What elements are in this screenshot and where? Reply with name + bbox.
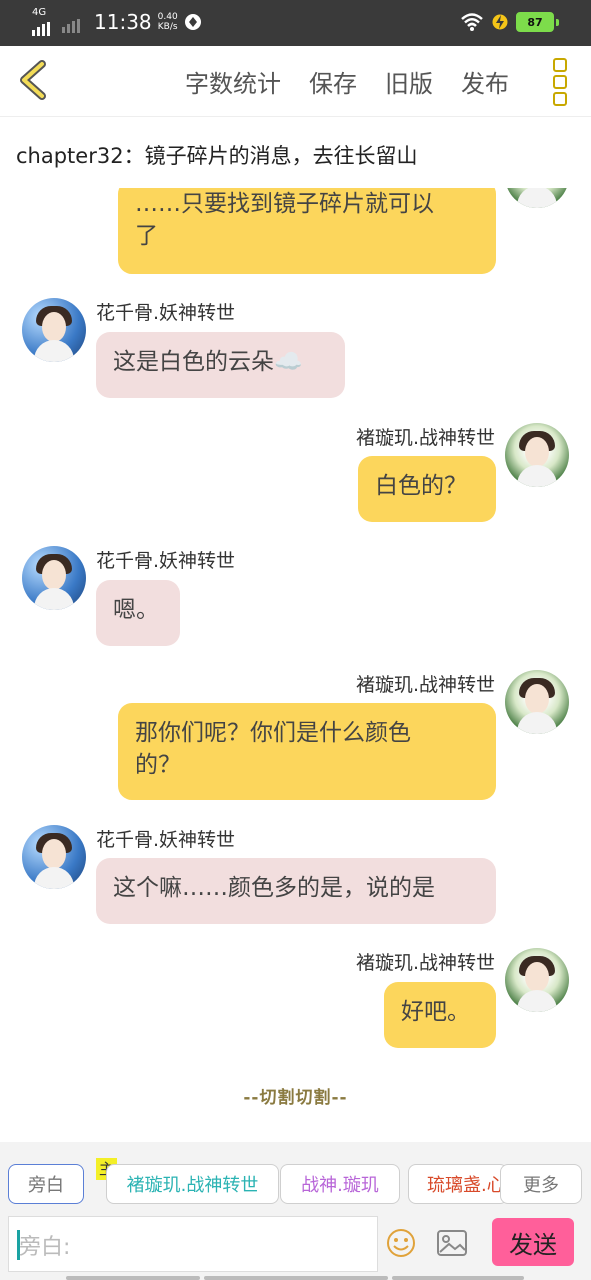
message-bubble[interactable]: 这是白色的云朵☁️ [96,332,345,398]
image-icon[interactable] [436,1228,468,1258]
scene-divider: --切割切割-- [243,1088,348,1108]
message-bubble[interactable]: ……只要找到镜子碎片就可以 了 [118,188,496,274]
publish-button[interactable]: 发布 [461,64,509,99]
sender-name: 褚璇玑.战神转世 [355,952,495,974]
chapter-header: chapter32：镜子碎片的消息，去往长留山 [0,116,591,190]
avatar[interactable] [22,298,86,362]
toolbar-actions: 字数统计 保存 旧版 发布 [185,64,509,99]
nav-indicator [392,1276,524,1280]
role-chip-liulizhan[interactable]: 琉璃盏.心 [408,1164,508,1204]
sender-name: 花千骨.妖神转世 [96,302,236,324]
avatar[interactable] [505,423,569,487]
sender-name: 褚璇玑.战神转世 [355,427,495,449]
input-placeholder: 旁白: [19,1235,71,1260]
message-bubble[interactable]: 白色的？ [358,456,496,522]
message-bubble[interactable]: 这个嘛……颜色多的是，说的是 [96,858,496,924]
message-input[interactable]: 旁白: [8,1216,378,1272]
network-type: 4G [32,7,47,18]
battery-cap [556,18,559,26]
word-count-button[interactable]: 字数统计 [185,64,281,99]
clock: 11:38 [94,10,152,34]
sender-name: 花千骨.妖神转世 [96,829,236,851]
cellular-signal-icon: 4G [32,7,56,36]
editor-toolbar: 字数统计 保存 旧版 发布 [0,46,591,116]
role-chip-xuanji[interactable]: 褚璇玑.战神转世 [106,1164,279,1204]
message-bubble[interactable]: 好吧。 [384,982,496,1048]
more-roles-button[interactable]: 更多 [500,1164,582,1204]
status-left: 4G 11:38 0.40 KB/s [32,7,202,36]
role-chip-zhanshen[interactable]: 战神.璇玑 [280,1164,400,1204]
save-button[interactable]: 保存 [309,64,357,99]
avatar[interactable] [505,188,569,208]
avatar[interactable] [22,825,86,889]
chapter-title[interactable]: chapter32：镜子碎片的消息，去往长留山 [16,140,418,170]
more-menu-icon[interactable] [550,56,570,106]
wifi-icon [461,13,483,31]
role-selector: 旁白 主 褚璇玑.战神转世 战神.璇玑 琉璃盏.心 更多 [8,1158,591,1208]
sender-name: 褚璇玑.战神转世 [355,674,495,696]
old-version-button[interactable]: 旧版 [385,64,433,99]
app-status-icon [184,14,201,30]
status-right: 87 [460,12,559,32]
network-speed: 0.40 KB/s [157,12,178,32]
role-chip-narration[interactable]: 旁白 [8,1164,84,1204]
status-bar: 4G 11:38 0.40 KB/s 87 [0,0,591,46]
back-icon[interactable] [14,58,54,102]
send-button[interactable]: 发送 [492,1218,574,1266]
emoji-icon[interactable] [386,1228,416,1258]
avatar[interactable] [22,546,86,610]
nav-indicator [66,1276,200,1280]
message-bubble[interactable]: 那你们呢？你们是什么颜色 的？ [118,703,496,800]
avatar[interactable] [505,948,569,1012]
message-bubble[interactable]: 嗯。 [96,580,180,646]
avatar[interactable] [505,670,569,734]
sender-name: 花千骨.妖神转世 [96,550,236,572]
chat-area[interactable]: ……只要找到镜子碎片就可以 了 花千骨.妖神转世 这是白色的云朵☁️ 褚璇玑.战… [0,188,591,1142]
charging-icon [492,14,508,30]
nav-indicator [204,1276,388,1280]
battery-icon: 87 [516,12,554,32]
second-signal-icon [62,17,80,33]
composer-panel: 旁白 主 褚璇玑.战神转世 战神.璇玑 琉璃盏.心 更多 旁白: 发送 [0,1142,591,1280]
